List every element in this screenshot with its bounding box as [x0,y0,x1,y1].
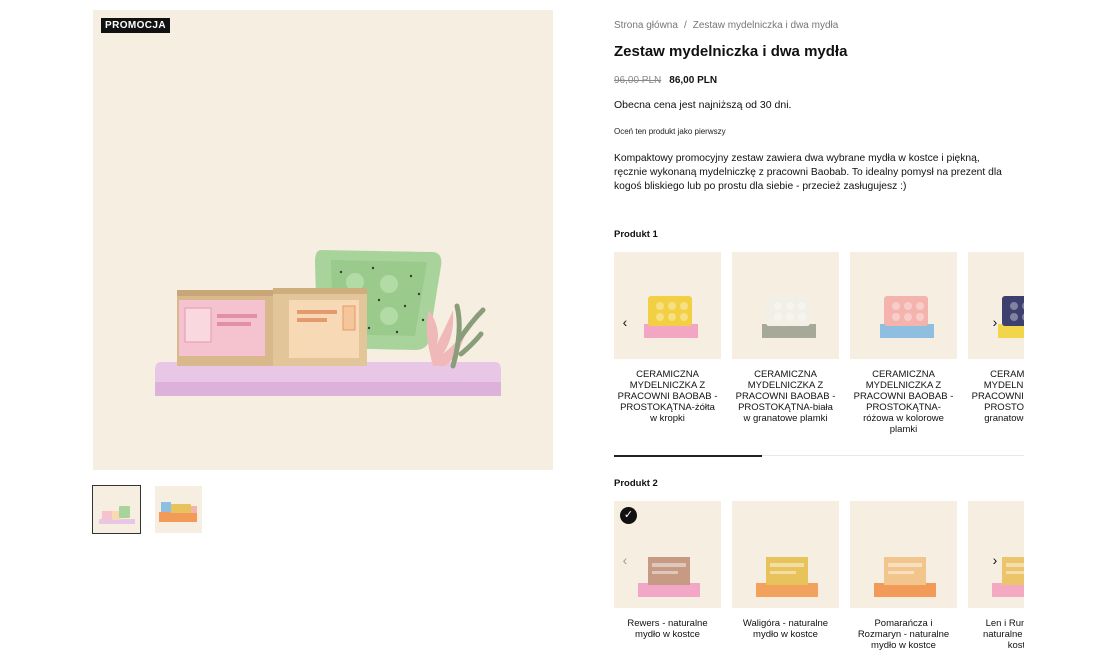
product2-card-title[interactable]: Pomarańcza i Rozmaryn - naturalne mydło … [850,618,957,651]
soap-dish-image[interactable] [614,252,721,359]
product1-card[interactable]: CERAMICZNA MYDELNICZKA Z PRACOWNI BAOBAB… [850,252,957,435]
breadcrumb-separator: / [683,20,687,31]
product1-carousel: CERAMICZNA MYDELNICZKA Z PRACOWNI BAOBAB… [614,252,1024,452]
product1-card[interactable]: CERAMICZNA MYDELNICZKA Z PRACOWNI BAOBAB… [614,252,721,435]
rate-product-link[interactable]: Oceń ten produkt jako pierwszy [614,127,726,136]
product2-prev-icon[interactable]: ‹ [617,552,633,568]
product2-card[interactable]: ✓ Rewers - naturalne mydło w kostce [614,501,721,651]
selected-check-icon: ✓ [620,507,637,524]
soap-image[interactable] [850,501,957,608]
price-block: 96,00 PLN 86,00 PLN [614,75,717,86]
product1-card-title[interactable]: CERAMICZNA MYDELNICZKA Z PRACOWNI BAOBAB… [614,369,721,424]
product2-card[interactable]: Len i Rumianek - naturalne mydło w kostc… [968,501,1024,651]
product2-card-title[interactable]: Waligóra - naturalne mydło w kostce [732,618,839,640]
product1-prev-icon[interactable]: ‹ [617,314,633,330]
promo-badge: PROMOCJA [101,18,170,33]
product1-next-icon[interactable]: › [987,314,1003,330]
product1-card-title[interactable]: CERAMICZNA MYDELNICZKA Z PRACOWNI BAOBAB… [732,369,839,424]
product1-card-title[interactable]: CERAMICZNA MYDELNICZKA Z PRACOWNI BAOBAB… [968,369,1024,424]
product2-next-icon[interactable]: › [987,552,1003,568]
soap-dish-image[interactable] [850,252,957,359]
old-price: 96,00 PLN [614,75,662,86]
thumbnail-2[interactable] [155,486,202,533]
product2-card-title[interactable]: Rewers - naturalne mydło w kostce [614,618,721,640]
product-photo [155,250,501,396]
soap-dish-image[interactable] [968,252,1024,359]
product2-carousel: ✓ Rewers - naturalne mydło w kostce Waligó… [614,501,1024,660]
product-description: Kompaktowy promocyjny zestaw zawiera dwa… [614,153,1002,192]
breadcrumb-home[interactable]: Strona główna [614,20,678,31]
soap-image[interactable] [732,501,839,608]
breadcrumb-current: Zestaw mydelniczka i dwa mydła [692,20,839,31]
product2-label: Produkt 2 [614,478,658,489]
product1-card[interactable]: CERAMICZNA MYDELNICZKA Z PRACOWNI BAOBAB… [732,252,839,435]
product1-label: Produkt 1 [614,229,658,240]
current-price: 86,00 PLN [669,75,718,86]
product2-card-title[interactable]: Len i Rumianek - naturalne mydło w kostc… [968,618,1024,651]
product2-card[interactable]: Waligóra - naturalne mydło w kostce [732,501,839,651]
product1-card[interactable]: CERAMICZNA MYDELNICZKA Z PRACOWNI BAOBAB… [968,252,1024,435]
thumbnail-1[interactable] [92,485,141,534]
soap-dish-image[interactable] [732,252,839,359]
product2-card[interactable]: Pomarańcza i Rozmaryn - naturalne mydło … [850,501,957,651]
product1-scrollbar-thumb[interactable] [614,454,762,457]
breadcrumb: Strona główna / Zestaw mydelniczka i dwa… [614,20,838,31]
product-title: Zestaw mydelniczka i dwa mydła [614,43,848,60]
product1-scrollbar[interactable] [614,454,1024,457]
product1-card-title[interactable]: CERAMICZNA MYDELNICZKA Z PRACOWNI BAOBAB… [850,369,957,435]
main-product-image[interactable]: PROMOCJA [93,10,553,470]
lowest-price-note: Obecna cena jest najniższą od 30 dni. [614,99,792,111]
thumbnail-strip [92,485,202,534]
